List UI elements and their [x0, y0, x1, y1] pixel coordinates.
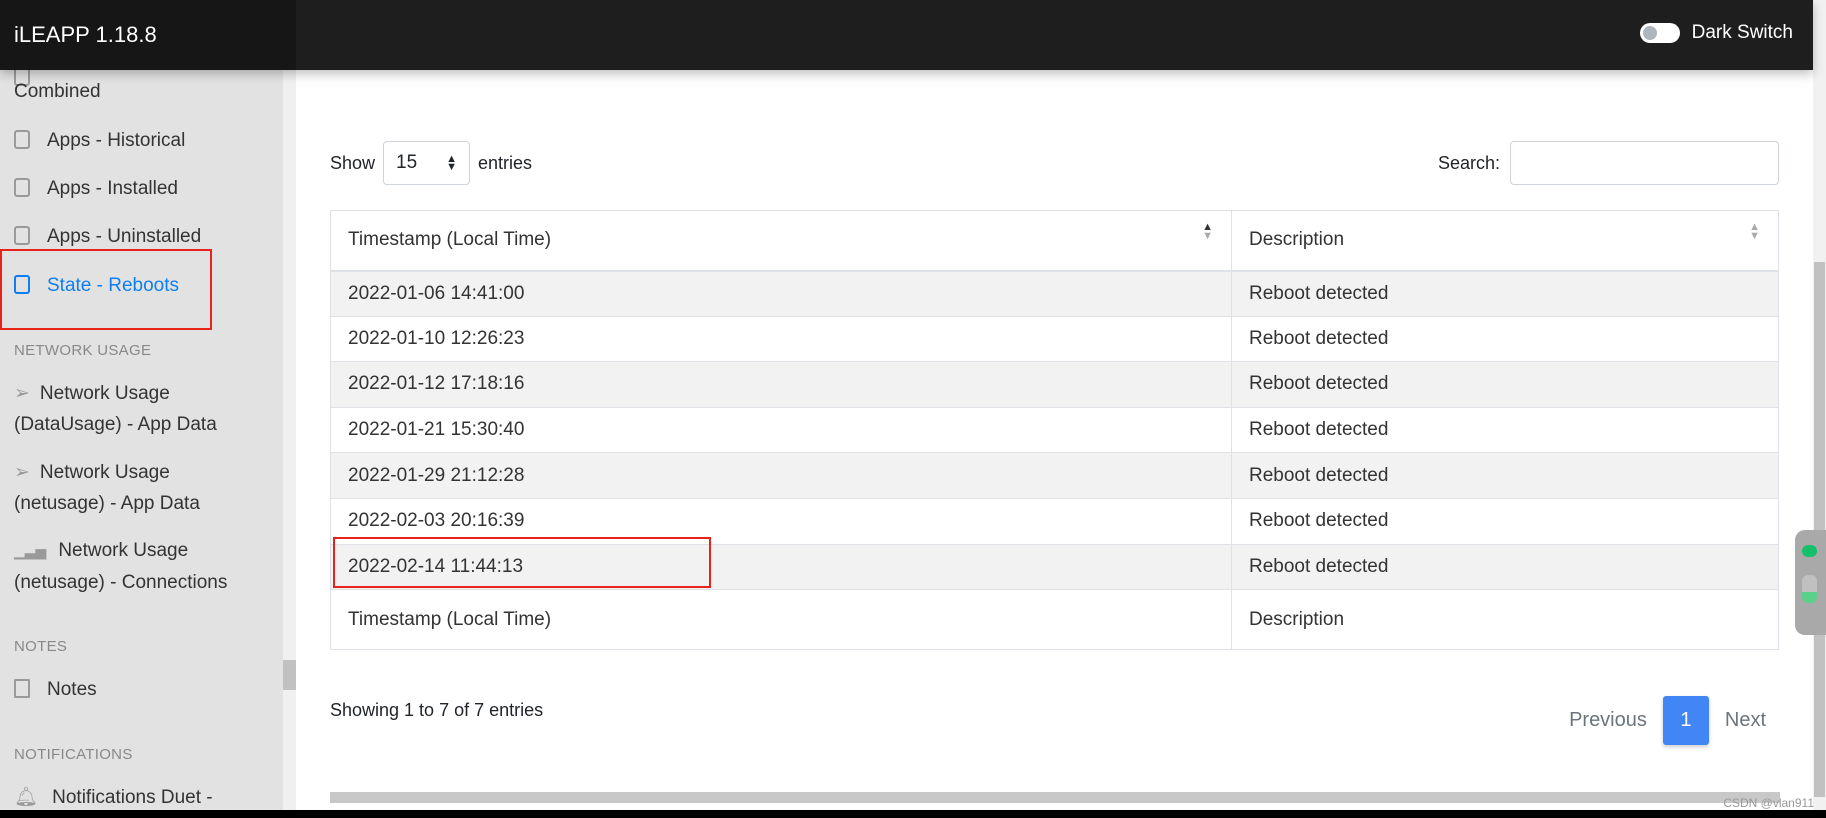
cell-description: Reboot detected: [1231, 497, 1779, 545]
bottom-edge: [0, 810, 1826, 818]
cell-timestamp: 2022-01-12 17:18:16: [330, 361, 1232, 408]
cell-description: Reboot detected: [1231, 452, 1779, 499]
file-text-icon: [14, 679, 30, 698]
sidebar-item-label: Apps - Historical: [47, 130, 186, 151]
sidebar-scrollbar-thumb[interactable]: [283, 660, 296, 690]
search-filter: Search:: [1438, 141, 1779, 185]
table-row: 2022-01-06 14:41:00 Reboot detected: [330, 270, 1779, 317]
sidebar-item-network-datausage[interactable]: ➢ Network Usage (DataUsage) - App Data: [14, 378, 244, 440]
sidebar-item-label: Network Usage (netusage) - Connections: [14, 540, 228, 593]
search-input[interactable]: [1510, 141, 1779, 185]
cell-timestamp: 2022-01-06 14:41:00: [330, 270, 1232, 317]
sidebar-item-notes[interactable]: Notes: [14, 674, 274, 705]
previous-button[interactable]: Previous: [1569, 709, 1647, 732]
next-button[interactable]: Next: [1725, 709, 1766, 732]
cell-timestamp: 2022-01-21 15:30:40: [330, 406, 1232, 454]
sidebar-item-apps-installed[interactable]: Apps - Installed: [14, 173, 274, 204]
status-dot-icon: [1802, 545, 1817, 557]
clipboard-icon: [14, 178, 30, 197]
cell-description: Reboot detected: [1231, 361, 1779, 408]
show-label: Show: [330, 152, 376, 173]
watermark: CSDN @vlan911: [1723, 796, 1814, 810]
cell-description: Reboot detected: [1231, 270, 1779, 317]
top-navbar: iLEAPP 1.18.8 Dark Switch: [0, 0, 1813, 70]
sidebar-item-apps-uninstalled[interactable]: Apps - Uninstalled: [14, 221, 274, 252]
floating-widget[interactable]: [1795, 530, 1826, 635]
select-arrows-icon: ▲ ▼: [446, 153, 458, 173]
bar-chart-icon: ▁▃▅: [14, 543, 47, 559]
dark-switch-label: Dark Switch: [1691, 22, 1793, 43]
horizontal-scrollbar[interactable]: [330, 792, 1780, 803]
sort-icon: ▲ ▼: [1749, 221, 1760, 242]
table-row: 2022-01-10 12:26:23 Reboot detected: [330, 315, 1779, 363]
column-header-description[interactable]: Description ▲ ▼: [1231, 210, 1779, 272]
entries-label: entries: [478, 152, 533, 173]
section-notifications: NOTIFICATIONS: [14, 746, 133, 763]
level-bar-icon: [1802, 575, 1817, 603]
section-network-usage: NETWORK USAGE: [14, 342, 152, 359]
search-label: Search:: [1437, 152, 1500, 173]
entries-value: 15: [396, 152, 418, 173]
sidebar-item-netusage-app[interactable]: ➢ Network Usage (netusage) - App Data: [14, 457, 244, 519]
sort-icon: ▲ ▼: [1202, 221, 1213, 242]
column-header-timestamp[interactable]: Timestamp (Local Time) ▲ ▼: [330, 210, 1232, 272]
sidebar-item-label: Notifications Duet -: [52, 787, 213, 808]
sidebar-item-label: Network Usage (DataUsage) - App Data: [14, 383, 217, 435]
sidebar-item-netusage-connections[interactable]: ▁▃▅ Network Usage (netusage) - Connection…: [14, 535, 274, 598]
entries-length: Show 15 ▲ ▼ entries: [330, 141, 532, 185]
cell-timestamp: 2022-01-10 12:26:23: [330, 315, 1232, 363]
send-icon: ➢: [14, 462, 30, 483]
cell-description: Reboot detected: [1231, 543, 1779, 591]
send-icon: ➢: [14, 383, 30, 404]
sidebar-item-label: Notes: [47, 679, 97, 700]
pagination: Previous 1 Next: [1569, 696, 1766, 745]
table-row: 2022-01-12 17:18:16 Reboot detected: [330, 361, 1779, 408]
sidebar-item-label: Network Usage (netusage) - App Data: [14, 462, 200, 514]
table-info: Showing 1 to 7 of 7 entries: [330, 700, 544, 720]
bell-icon: 🔔︎: [14, 787, 39, 808]
page-1-button[interactable]: 1: [1662, 696, 1709, 745]
annotation-box: [0, 249, 212, 330]
column-label: Description: [1249, 229, 1345, 251]
sidebar-item-label: Apps - Installed: [47, 178, 178, 199]
clipboard-icon: [14, 226, 30, 245]
dark-switch[interactable]: Dark Switch: [1639, 22, 1793, 44]
sidebar: Combined Apps - Historical Apps - Instal…: [0, 70, 283, 810]
annotation-box: [333, 537, 711, 588]
clipboard-icon: [14, 130, 30, 149]
sidebar-item-label: Apps - Uninstalled: [47, 226, 202, 247]
sidebar-scrollbar[interactable]: [283, 70, 296, 810]
sidebar-item-combined[interactable]: Combined: [14, 76, 274, 107]
sidebar-item-notifications-duet[interactable]: 🔔︎ Notifications Duet -: [14, 782, 274, 810]
toggle-switch[interactable]: [1639, 23, 1680, 43]
cell-description: Reboot detected: [1231, 406, 1779, 454]
cell-description: Reboot detected: [1231, 315, 1779, 363]
footer-timestamp: Timestamp (Local Time): [330, 589, 1232, 651]
footer-description: Description: [1231, 589, 1779, 651]
sidebar-item-apps-historical[interactable]: Apps - Historical: [14, 125, 274, 156]
entries-select[interactable]: 15 ▲ ▼: [383, 141, 471, 185]
table-row: 2022-01-29 21:12:28 Reboot detected: [330, 452, 1779, 499]
section-notes: NOTES: [14, 638, 68, 655]
cell-timestamp: 2022-01-29 21:12:28: [330, 452, 1232, 499]
column-label: Timestamp (Local Time): [348, 229, 552, 251]
table-row: 2022-01-21 15:30:40 Reboot detected: [330, 406, 1779, 454]
app-title[interactable]: iLEAPP 1.18.8: [0, 0, 296, 70]
